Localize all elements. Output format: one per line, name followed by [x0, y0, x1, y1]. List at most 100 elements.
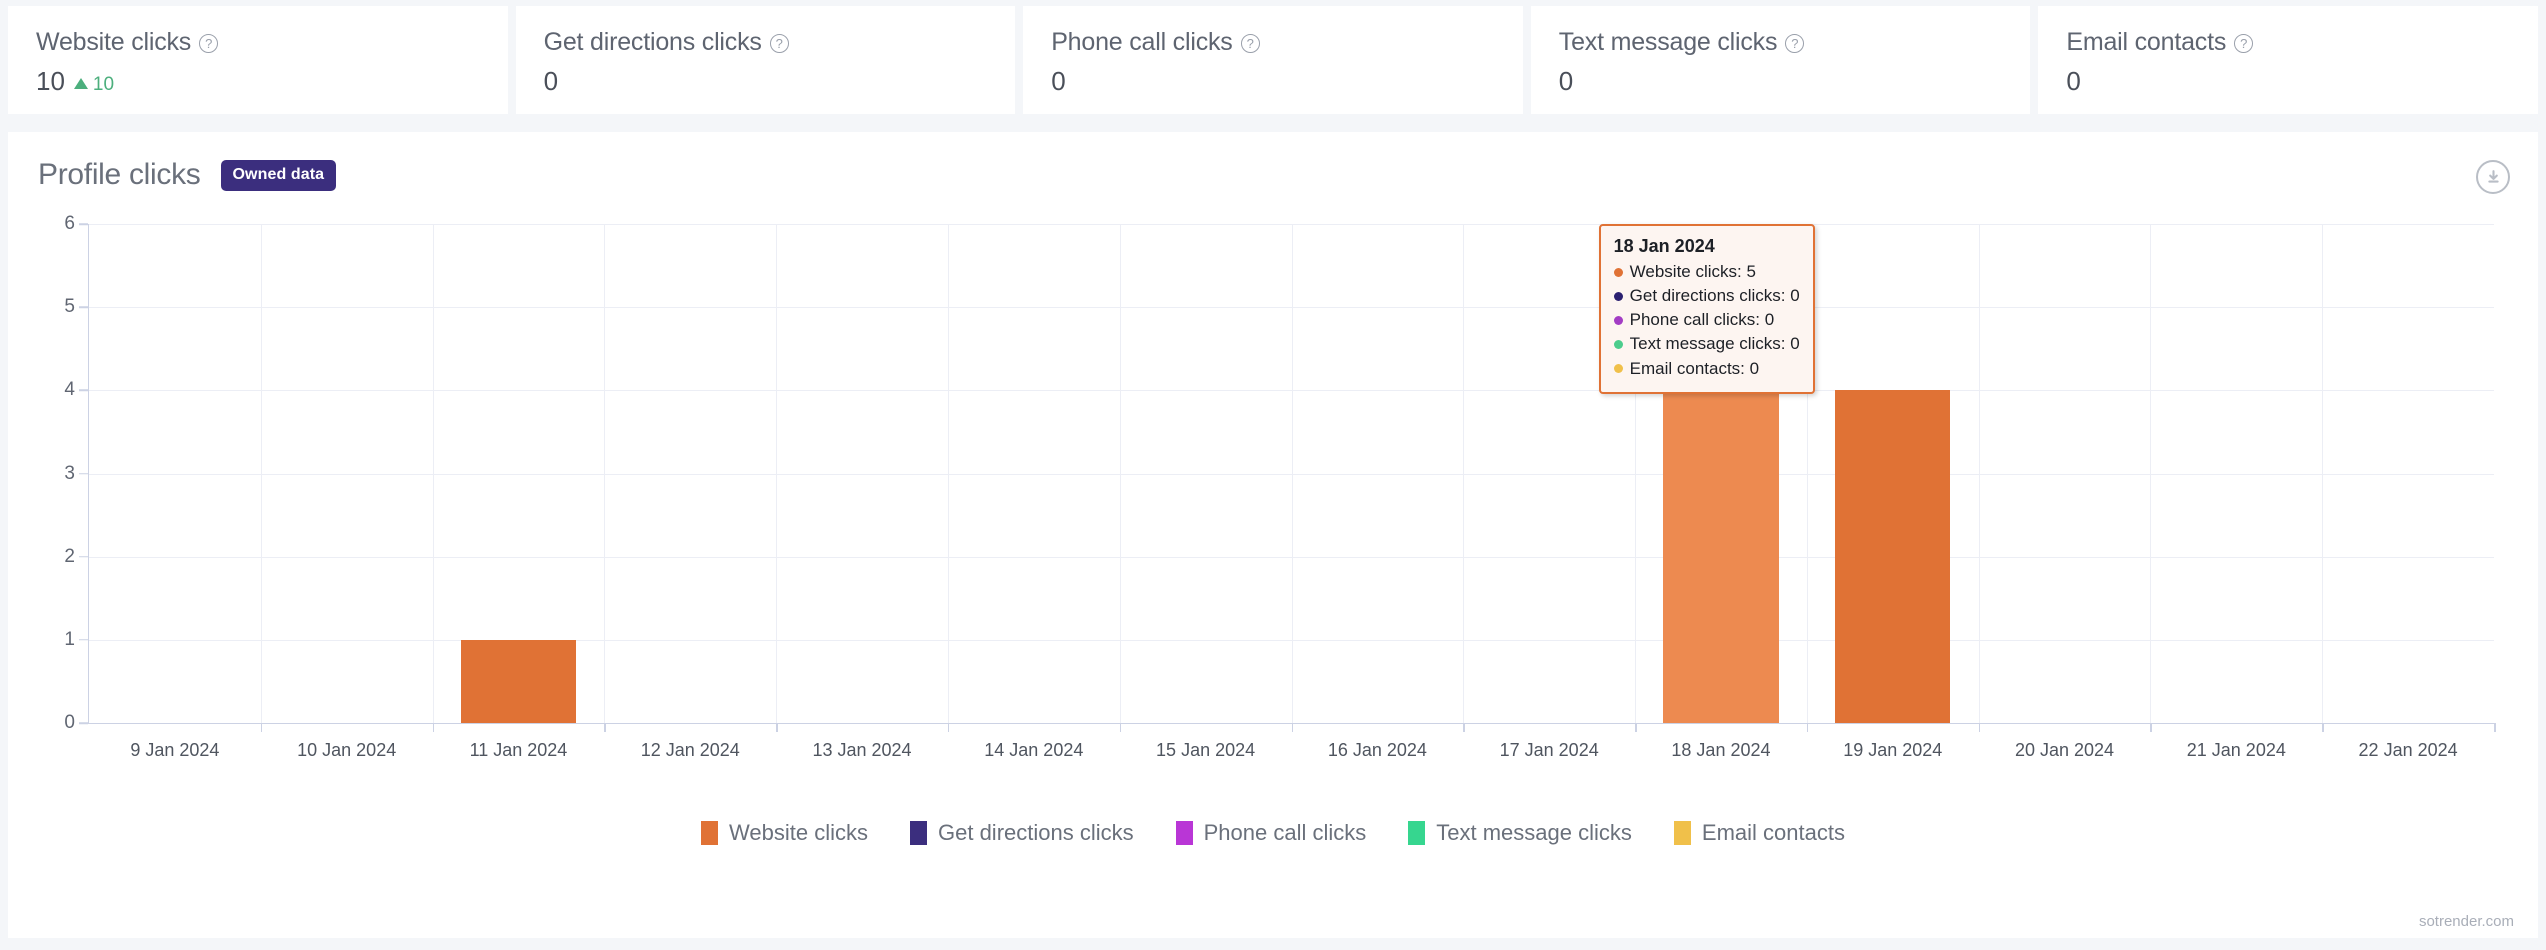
help-circle-icon[interactable]: ?: [769, 34, 789, 53]
legend-swatch: [701, 821, 719, 845]
tooltip-series-dot-icon: [1613, 339, 1623, 349]
kpi-value-row: 0: [2066, 66, 2510, 97]
x-axis-tick: [947, 723, 950, 732]
x-axis-tick: [1119, 723, 1122, 732]
kpi-value-row: 0: [544, 66, 988, 97]
x-axis-label: 10 Jan 2024: [297, 740, 397, 760]
legend-item[interactable]: Text message clicks: [1408, 820, 1632, 846]
trend-up-icon: [73, 78, 88, 89]
chart-bar[interactable]: [1835, 390, 1951, 723]
gridline-vertical: [947, 224, 949, 723]
gridline-vertical: [604, 224, 606, 723]
help-circle-icon[interactable]: ?: [1785, 34, 1805, 53]
y-axis-label: 6: [64, 213, 75, 234]
download-circle-icon[interactable]: [2476, 160, 2510, 194]
legend-swatch: [910, 821, 927, 845]
y-axis-label: 4: [64, 379, 75, 401]
tooltip-row: Phone call clicks: 0: [1613, 308, 1800, 332]
x-axis-label: 16 Jan 2024: [1327, 740, 1427, 760]
kpi-value-row: 0: [1559, 66, 2003, 97]
y-axis-label: 2: [64, 545, 75, 567]
y-axis-label: 1: [64, 628, 75, 650]
x-axis-tick: [2494, 723, 2496, 732]
tooltip-series-dot-icon: [1613, 315, 1623, 325]
kpi-title-label: Get directions clicks: [543, 28, 762, 56]
help-circle-icon[interactable]: ?: [1240, 34, 1260, 53]
kpi-delta-value: 10: [92, 73, 115, 95]
x-axis-label: 21 Jan 2024: [2186, 740, 2286, 760]
tooltip-rows: Website clicks: 5 Get directions clicks: …: [1613, 260, 1800, 381]
plot-area[interactable]: 0 1 2 3 4 5 6 9 Jan 2024 10 Jan 2024 11 Jan 2024 1…: [64, 213, 2496, 760]
chart-tooltip: 18 Jan 2024 Website clicks: 5 Get directi…: [1598, 224, 1815, 394]
x-axis-tick: [260, 723, 263, 732]
legend-swatch: [1673, 821, 1691, 845]
gridline-vertical: [1463, 224, 1465, 723]
x-axis-label: 18 Jan 2024: [1671, 740, 1771, 760]
legend-item[interactable]: Website clicks: [701, 820, 868, 846]
x-axis-tick: [1978, 723, 1981, 732]
chart-header: Profile clicks Owned data: [8, 132, 2538, 194]
chart-legend: Website clicks Get directions clicks Phone…: [8, 820, 2538, 846]
tooltip-row: Website clicks: 5: [1613, 260, 1800, 284]
tooltip-row: Email contacts: 0: [1613, 357, 1800, 381]
gridline-vertical: [2150, 224, 2152, 723]
kpi-title: Phone call clicks?: [1051, 28, 1495, 57]
tooltip-row-label: Email contacts: 0: [1629, 358, 1760, 378]
kpi-card: Phone call clicks? 0: [1023, 6, 1523, 114]
tooltip-row-label: Phone call clicks: 0: [1629, 310, 1775, 330]
gridline-vertical: [2322, 224, 2324, 723]
chart-bar[interactable]: [460, 639, 576, 723]
watermark: sotrender.com: [2418, 913, 2514, 930]
kpi-title: Email contacts?: [2066, 28, 2510, 57]
legend-item[interactable]: Email contacts: [1673, 820, 1845, 846]
kpi-title-label: Email contacts: [2066, 28, 2227, 56]
legend-label: Website clicks: [729, 820, 868, 845]
help-circle-icon[interactable]: ?: [2234, 34, 2254, 53]
x-axis-label: 20 Jan 2024: [2014, 740, 2115, 760]
kpi-title: Get directions clicks?: [544, 28, 988, 57]
legend-label: Phone call clicks: [1203, 820, 1367, 845]
y-axis-tick: [79, 306, 88, 308]
page-title: Profile clicks: [38, 158, 201, 191]
kpi-card: Website clicks? 10 10: [8, 6, 508, 114]
x-axis-tick: [1463, 723, 1465, 732]
tooltip-row-label: Text message clicks: 0: [1629, 334, 1800, 354]
legend-item[interactable]: Phone call clicks: [1175, 820, 1367, 846]
kpi-value: 0: [1558, 66, 1574, 96]
legend-swatch: [1408, 821, 1426, 845]
owned-data-badge: Owned data: [220, 159, 337, 191]
y-axis-tick: [79, 639, 88, 641]
x-axis-tick: [1635, 723, 1637, 732]
kpi-title-label: Phone call clicks: [1051, 28, 1233, 56]
x-axis-label: 14 Jan 2024: [984, 740, 1084, 760]
tooltip-row: Text message clicks: 0: [1613, 332, 1800, 356]
kpi-title-label: Text message clicks: [1558, 28, 1778, 56]
kpi-card: Text message clicks? 0: [1530, 6, 2031, 114]
x-axis-label: 12 Jan 2024: [640, 740, 740, 760]
y-axis-tick: [79, 223, 88, 225]
legend-swatch: [1175, 821, 1193, 845]
x-axis-label: 11 Jan 2024: [469, 740, 568, 760]
x-axis-tick: [776, 723, 778, 732]
x-axis-label: 13 Jan 2024: [812, 740, 912, 760]
tooltip-series-dot-icon: [1613, 267, 1623, 277]
x-axis-label: 19 Jan 2024: [1843, 740, 1943, 760]
legend-item[interactable]: Get directions clicks: [910, 820, 1134, 846]
kpi-value-row: 0: [1051, 66, 1495, 97]
x-axis-tick: [1806, 723, 1809, 732]
x-axis-label: 15 Jan 2024: [1156, 740, 1256, 760]
legend-label: Email contacts: [1701, 820, 1845, 845]
tooltip-row: Get directions clicks: 0: [1613, 284, 1800, 308]
kpi-value-row: 10 10: [36, 66, 480, 97]
kpi-card: Email contacts? 0: [2038, 6, 2538, 114]
y-axis-tick: [79, 555, 88, 558]
tooltip-row-label: Get directions clicks: 0: [1629, 286, 1800, 306]
x-axis-tick: [1291, 723, 1293, 732]
y-axis-label: 3: [64, 462, 75, 484]
gridline-vertical: [1119, 224, 1121, 723]
x-axis-label: 9 Jan 2024: [130, 740, 220, 760]
gridline-vertical: [776, 224, 778, 723]
kpi-value: 0: [543, 66, 559, 96]
help-circle-icon[interactable]: ?: [199, 34, 219, 53]
gridline-vertical: [1291, 224, 1293, 723]
